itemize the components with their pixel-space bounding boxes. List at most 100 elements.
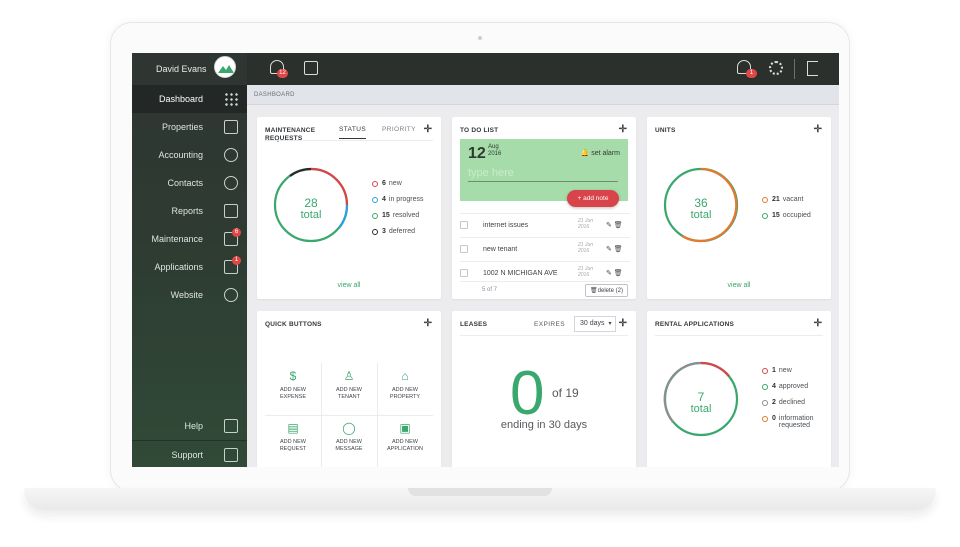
add-message-button[interactable]: ◯ ADD NEW MESSAGE	[321, 421, 377, 467]
sidebar-item-support[interactable]: Support	[132, 440, 247, 467]
tab-priority[interactable]: PRIORITY	[382, 126, 416, 133]
maintenance-total-label: total	[300, 209, 322, 221]
view-all-link[interactable]: view all	[257, 282, 441, 289]
gear-icon[interactable]	[769, 61, 783, 75]
money-icon	[224, 148, 238, 162]
status-dot-declined	[762, 400, 768, 406]
move-icon[interactable]: ✛	[424, 124, 432, 135]
sidebar-item-applications[interactable]: Applications 1	[132, 253, 247, 281]
leases-of-total: of 19	[552, 386, 579, 400]
add-house-icon: ⌂	[401, 369, 409, 383]
rental-total: 7	[697, 390, 705, 404]
message-icon: ◯	[342, 421, 356, 435]
todo-checkbox[interactable]	[460, 221, 468, 229]
sidebar-item-maintenance[interactable]: Maintenance 6	[132, 225, 247, 253]
maintenance-card: MAINTENANCE REQUESTS STATUS PRIORITY ✛ 2…	[257, 117, 441, 299]
calendar-icon[interactable]	[304, 61, 318, 75]
grid-icon	[224, 92, 238, 106]
laptop-notch	[408, 488, 552, 496]
add-tenant-button[interactable]: ♙ ADD NEW TENANT	[321, 369, 377, 419]
rental-legend: 1 new 4 approved 2 declined 0 information re…	[762, 367, 826, 439]
avatar[interactable]	[214, 56, 236, 78]
user-name: David Evans	[156, 64, 207, 74]
add-person-icon: ♙	[343, 369, 355, 383]
divider	[655, 335, 823, 336]
divider	[794, 59, 795, 79]
maintenance-badge: 6	[232, 228, 241, 237]
alarm-icon: 🔔	[580, 150, 590, 157]
sidebar-item-reports[interactable]: Reports	[132, 197, 247, 225]
sidebar-item-contacts[interactable]: Contacts	[132, 169, 247, 197]
todo-checkbox[interactable]	[460, 245, 468, 253]
maintenance-total: 28	[304, 196, 318, 210]
link-icon	[224, 288, 238, 302]
status-dot-vacant	[762, 197, 768, 203]
edit-delete-icons[interactable]: ✎ 🗑	[606, 245, 623, 253]
bar-chart-icon	[224, 204, 238, 218]
days-select[interactable]: 30 days ▾	[574, 316, 616, 332]
list-item: new tenant 21 Jun 2016 ✎ 🗑	[460, 237, 630, 261]
divider	[265, 140, 433, 141]
rental-applications-card: RENTAL APPLICATIONS ✛ 7 total 1 new 4 appr…	[647, 311, 831, 467]
status-dot-approved	[762, 384, 768, 390]
note-day: 12	[468, 145, 486, 162]
application-icon: ▣	[399, 421, 411, 435]
todo-checkbox[interactable]	[460, 269, 468, 277]
card-title: UNITS	[655, 127, 676, 134]
move-icon[interactable]: ✛	[619, 318, 627, 329]
move-icon[interactable]: ✛	[814, 318, 822, 329]
status-dot-deferred	[372, 229, 378, 235]
delete-button[interactable]: 🗑delete (2)	[585, 284, 628, 297]
card-title: LEASES	[460, 321, 488, 328]
sidebar-item-properties[interactable]: Properties	[132, 113, 247, 141]
dollar-icon: $	[289, 369, 297, 383]
todo-card: TO DO LIST ✛ 12 Aug 2016 🔔 set alarm type…	[452, 117, 636, 299]
leases-card: LEASES EXPIRES 30 days ▾ ✛ 0 of 19 endin…	[452, 311, 636, 467]
user-notification-badge: 1	[746, 69, 757, 78]
breadcrumb: DASHBOARD	[247, 85, 839, 105]
add-expense-button[interactable]: $ ADD NEW EXPENSE	[265, 369, 321, 419]
request-icon: ▤	[287, 421, 299, 435]
sidebar-item-accounting[interactable]: Accounting	[132, 141, 247, 169]
quick-buttons-card: QUICK BUTTONS ✛ $ ADD NEW EXPENSE ♙ ADD N…	[257, 311, 441, 467]
card-title: QUICK BUTTONS	[265, 321, 322, 328]
leases-ending: ending in 30 days	[500, 419, 588, 431]
add-property-button[interactable]: ⌂ ADD NEW PROPERTY	[377, 369, 433, 419]
units-legend: 21 vacant 15 occupied	[762, 196, 811, 228]
units-card: UNITS ✛ 36 total 21 vacant 15 occupied vie…	[647, 117, 831, 299]
note-input[interactable]: type here	[468, 167, 618, 182]
set-alarm-button[interactable]: 🔔 set alarm	[581, 149, 620, 157]
move-icon[interactable]: ✛	[814, 124, 822, 135]
page-indicator: 5 of 7	[482, 287, 498, 293]
divider	[460, 335, 628, 336]
edit-delete-icons[interactable]: ✎ 🗑	[606, 269, 623, 277]
app-screen: David Evans Dashboard Properties Account…	[132, 53, 839, 467]
card-title: TO DO LIST	[460, 127, 499, 134]
rental-total-label: total	[690, 403, 712, 415]
units-total: 36	[694, 196, 708, 210]
edit-delete-icons[interactable]: ✎ 🗑	[606, 221, 623, 229]
applications-badge: 1	[232, 256, 241, 265]
add-application-button[interactable]: ▣ ADD NEW APPLICATION	[377, 421, 433, 467]
person-icon	[224, 176, 238, 190]
list-item: internet issues 21 Jun 2016 ✎ 🗑	[460, 213, 630, 237]
sidebar-item-help[interactable]: Help	[132, 412, 247, 440]
tab-status[interactable]: STATUS	[339, 126, 367, 139]
move-icon[interactable]: ✛	[424, 318, 432, 329]
move-icon[interactable]: ✛	[619, 124, 627, 135]
megaphone-icon	[224, 448, 238, 462]
logout-icon[interactable]	[807, 61, 818, 76]
topbar: 12 1	[247, 53, 839, 85]
status-dot-info-requested	[762, 416, 768, 422]
trash-icon: 🗑	[590, 288, 598, 294]
add-request-button[interactable]: ▤ ADD NEW REQUEST	[265, 421, 321, 467]
status-dot-resolved	[372, 213, 378, 219]
breadcrumb-dashboard[interactable]: DASHBOARD	[254, 92, 295, 98]
add-note-button[interactable]: + add note	[567, 190, 619, 207]
sidebar-item-website[interactable]: Website	[132, 281, 247, 309]
view-all-link[interactable]: view all	[647, 282, 831, 289]
sidebar-item-dashboard[interactable]: Dashboard	[132, 85, 247, 113]
card-title: RENTAL APPLICATIONS	[655, 321, 735, 328]
note-month-year: Aug 2016	[488, 144, 502, 157]
camera	[478, 36, 482, 40]
